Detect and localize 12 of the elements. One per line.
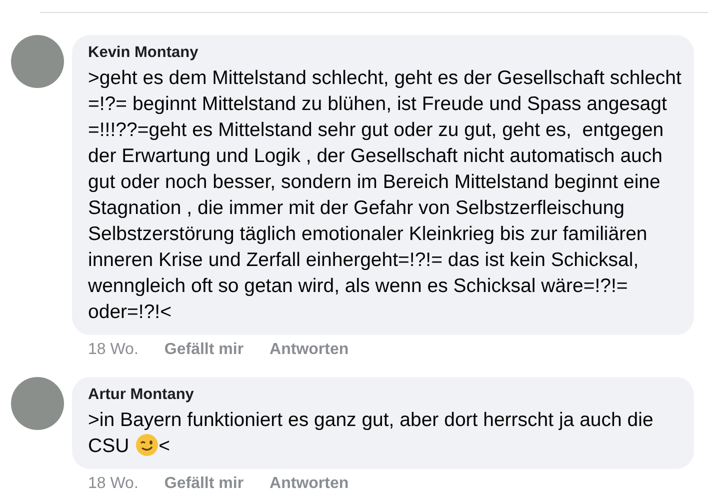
comment-text: >in Bayern funktioniert es ganz gut, aber dort herrscht ja auch die CSU < [88, 408, 654, 459]
avatar-photo[interactable] [11, 377, 64, 430]
timestamp: 18 Wo. [88, 475, 138, 493]
like-link[interactable]: Gefällt mir [164, 475, 244, 493]
timestamp: 18 Wo. [88, 341, 138, 359]
reply-link[interactable]: Antworten [270, 475, 349, 493]
winking-face-icon [134, 433, 159, 457]
comment-text: >geht es dem Mittelstand schlecht, geht es der Gesellschaft schlecht =!?= beginnt Mittelstand zu blühen, ist Freude und Spass angesagt =!!!??=geht es Mittelstand sehr gut oder zu gut, geht es, entgegen der Erwartung und Logik , der Gesellschaft nicht automatisch auch gut oder noch besser, sondern im Bereich Mittelstand beginnt eine Stagnation , die immer mit der Gefahr von Selbstzerfleischung Selbstzerstörung täglich emotionaler Kleinkrieg bis zur familiären inneren Krise und Zerfall einhergeht=!?!= das ist kein Schicksal, wenngleich oft so getan wird, als wenn es Schicksal wäre=!?!= oder=!?!< [88, 66, 682, 325]
author-name[interactable]: Artur Montany [88, 386, 680, 404]
reply-link[interactable]: Antworten [270, 341, 349, 359]
like-link[interactable]: Gefällt mir [164, 341, 244, 359]
author-name[interactable]: Kevin Montany [88, 44, 680, 62]
